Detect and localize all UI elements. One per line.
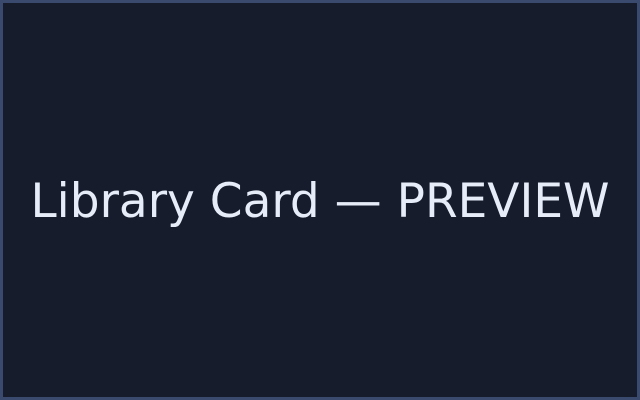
preview-frame: Library Card — PREVIEW [0,0,640,400]
preview-title: Library Card — PREVIEW [30,173,610,229]
